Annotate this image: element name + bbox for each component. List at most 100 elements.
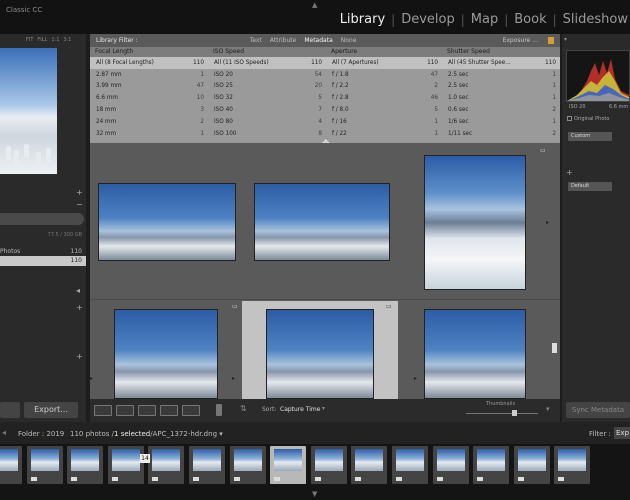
filter-row[interactable]: All (7 Apertures) 110 [326, 57, 442, 69]
sort-dropdown[interactable]: Capture Time [280, 406, 320, 413]
filter-row[interactable]: 32 mm 1 [90, 128, 208, 140]
filter-row[interactable]: 18 mm 3 [90, 104, 208, 116]
filter-tab-attribute[interactable]: Attribute [270, 37, 297, 44]
grid-thumbnail[interactable] [114, 309, 218, 399]
filter-row[interactable]: 2.5 sec 1 [442, 69, 560, 81]
filter-row[interactable]: ISO 20 54 [208, 69, 326, 81]
module-slideshow[interactable]: Slideshow [563, 12, 628, 27]
toolbar-menu-icon[interactable]: ▾ [546, 405, 550, 413]
lock-icon[interactable] [548, 37, 554, 44]
sync-metadata-button[interactable]: Sync Metadata [566, 402, 630, 418]
add-icon[interactable]: + [76, 188, 83, 197]
filter-row[interactable]: All (45 Shutter Spee... 110 [442, 57, 560, 69]
photo-count-label[interactable]: 110 photos /1 selected/APC_1372-hdr.dng … [70, 430, 223, 438]
filter-row[interactable]: ISO 40 7 [208, 104, 326, 116]
selected-folder-row[interactable]: 110 [0, 256, 86, 266]
filter-row[interactable]: f / 22 1 [326, 128, 442, 140]
column-header[interactable]: ISO Speed [208, 47, 326, 57]
collapse-caret-icon[interactable]: ▾ [564, 36, 567, 43]
collapse-caret-icon[interactable]: ◂ [76, 286, 80, 295]
custom-dropdown[interactable]: Custom [568, 132, 612, 141]
filter-dropdown[interactable]: Exp [614, 427, 630, 439]
grid-thumbnail-selected[interactable] [266, 309, 374, 399]
filmstrip-thumbnail[interactable] [513, 446, 550, 484]
filter-row[interactable]: ISO 100 8 [208, 128, 326, 140]
module-library[interactable]: Library [340, 12, 385, 27]
filter-row[interactable]: 1.0 sec 1 [442, 92, 560, 104]
module-map[interactable]: Map [471, 12, 498, 27]
filter-row[interactable]: f / 1.8 47 [326, 69, 442, 81]
filmstrip-thumbnail[interactable] [392, 446, 428, 484]
filter-tab-text[interactable]: Text [250, 37, 262, 44]
grid-thumbnail[interactable] [424, 309, 526, 399]
catalog-search-field[interactable] [0, 213, 84, 225]
collapse-bottom-caret-icon[interactable]: ▼ [312, 490, 317, 498]
zoom-1-1[interactable]: 1:1 [51, 37, 59, 43]
zoom-fit[interactable]: FIT [26, 37, 33, 43]
zoom-fill[interactable]: FILL [37, 37, 47, 43]
flag-icon[interactable]: ▸ [232, 375, 235, 382]
filter-presets-dropdown[interactable]: Exposure ... [503, 37, 538, 44]
filter-row[interactable]: 2.5 sec 1 [442, 81, 560, 93]
flag-icon[interactable]: ▸ [414, 375, 417, 382]
filter-row[interactable]: f / 2.2 2 [326, 81, 442, 93]
filter-row[interactable]: All (8 Focal Lengths) 110 [90, 57, 208, 69]
loupe-view-icon[interactable] [116, 405, 134, 416]
filmstrip-thumbnail[interactable] [189, 446, 225, 484]
flag-icon[interactable]: ▸ [90, 375, 93, 382]
original-photo-checkbox[interactable] [567, 116, 572, 121]
filmstrip-thumbnail[interactable] [432, 446, 469, 484]
filter-row[interactable]: 1/11 sec 2 [442, 128, 560, 140]
compare-view-icon[interactable] [138, 405, 156, 416]
filmstrip-thumbnail[interactable] [26, 446, 63, 484]
filter-row[interactable]: 24 mm 2 [90, 116, 208, 128]
back-arrow-icon[interactable]: ◂ [2, 428, 6, 437]
folder-label[interactable]: Folder : 2019 [18, 430, 64, 438]
filter-row[interactable]: ISO 80 4 [208, 116, 326, 128]
filter-row[interactable]: f / 16 1 [326, 116, 442, 128]
filter-row[interactable]: f / 2.8 46 [326, 92, 442, 104]
filter-row[interactable]: ISO 25 20 [208, 81, 326, 93]
filmstrip-thumbnail[interactable] [0, 446, 22, 484]
export-button[interactable]: Export... [24, 402, 78, 418]
add-icon[interactable]: + [566, 168, 573, 177]
module-develop[interactable]: Develop [401, 12, 455, 27]
filter-row[interactable]: All (11 ISO Speeds) 110 [208, 57, 326, 69]
add-icon[interactable]: + [76, 303, 83, 312]
sort-direction-icon[interactable]: ⇅ [240, 404, 247, 413]
filmstrip-thumbnail-selected[interactable] [270, 446, 307, 484]
column-header[interactable]: Shutter Speed [442, 47, 560, 57]
column-header[interactable]: Focal Length [90, 47, 208, 57]
people-view-icon[interactable] [182, 405, 200, 416]
filter-row[interactable]: 0.6 sec 2 [442, 104, 560, 116]
grid-view-icon[interactable] [94, 405, 112, 416]
filmstrip-thumbnail[interactable] [351, 446, 388, 484]
filmstrip-thumbnail[interactable] [554, 446, 591, 484]
filmstrip-thumbnail[interactable] [229, 446, 266, 484]
module-book[interactable]: Book [514, 12, 546, 27]
import-button[interactable] [0, 402, 20, 418]
grid-thumbnail[interactable] [98, 183, 236, 261]
zoom-3-1[interactable]: 3:1 [63, 37, 71, 43]
column-header[interactable]: Aperture [326, 47, 442, 57]
filter-row[interactable]: 1/6 sec 1 [442, 116, 560, 128]
filter-row[interactable]: 3.99 mm 47 [90, 81, 208, 93]
add-icon[interactable]: + [76, 352, 83, 361]
spray-can-icon[interactable] [216, 404, 222, 416]
thumbnail-size-slider[interactable] [466, 413, 538, 414]
filter-tab-none[interactable]: None [341, 37, 357, 44]
default-dropdown[interactable]: Default [568, 182, 612, 191]
filmstrip-thumbnail[interactable] [67, 446, 104, 484]
filter-row[interactable]: f / 8.0 5 [326, 104, 442, 116]
grid-thumbnail[interactable] [424, 155, 526, 290]
filter-row[interactable]: 2.87 mm 1 [90, 69, 208, 81]
filmstrip-thumbnail[interactable] [148, 446, 185, 484]
slider-knob[interactable] [512, 410, 517, 416]
filmstrip-thumbnail[interactable] [310, 446, 347, 484]
filmstrip-thumbnail[interactable] [107, 446, 144, 484]
filter-tab-metadata[interactable]: Metadata [304, 37, 332, 44]
filmstrip-thumbnail[interactable] [473, 446, 510, 484]
filter-row[interactable]: ISO 32 5 [208, 92, 326, 104]
collapse-caret-icon[interactable]: − [76, 200, 83, 209]
grid-thumbnail[interactable] [254, 183, 390, 261]
